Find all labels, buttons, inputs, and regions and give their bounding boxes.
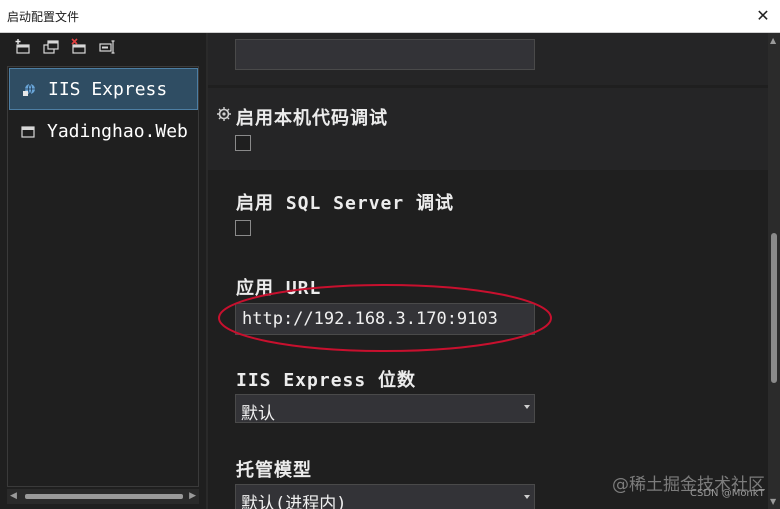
previous-setting-input[interactable] <box>236 40 534 69</box>
chevron-down-icon[interactable] <box>524 405 530 409</box>
profile-item-yadinghao-web[interactable]: Yadinghao.Web <box>9 111 198 153</box>
iis-bitness-label: IIS Express 位数 <box>236 370 417 391</box>
iis-express-icon <box>22 82 36 96</box>
profile-label: Yadinghao.Web <box>47 121 188 142</box>
scroll-up-icon[interactable]: ▲ <box>770 36 776 45</box>
sql-debug-label: 启用 SQL Server 调试 <box>236 193 455 214</box>
native-debug-checkbox[interactable] <box>235 135 251 151</box>
scroll-left-icon[interactable]: ◀ <box>10 491 17 501</box>
copy-profile-icon[interactable] <box>42 38 60 56</box>
sql-debug-checkbox[interactable] <box>235 220 251 236</box>
native-debug-label: 启用本机代码调试 <box>236 108 388 129</box>
settings-vertical-scrollbar[interactable]: ▲ ▼ <box>768 33 780 509</box>
chevron-down-icon[interactable] <box>524 495 530 499</box>
iis-bitness-value: 默认 <box>241 404 275 424</box>
profile-label: IIS Express <box>48 79 168 100</box>
previous-setting-field[interactable] <box>235 39 535 70</box>
hosting-model-label: 托管模型 <box>236 460 312 481</box>
hosting-model-value: 默认(进程内) <box>241 494 347 509</box>
watermark-sub: CSDN @MonkT <box>690 488 765 499</box>
profile-list: IIS Express Yadinghao.Web <box>7 66 199 487</box>
settings-pane: 启用本机代码调试 启用 SQL Server 调试 应用 URL IIS Exp… <box>208 33 768 509</box>
app-url-label: 应用 URL <box>236 278 322 299</box>
iis-bitness-select[interactable]: 默认 <box>235 394 535 424</box>
scrollbar-thumb[interactable] <box>25 494 183 499</box>
profiles-toolbar <box>0 33 206 63</box>
profiles-pane: IIS Express Yadinghao.Web ◀ ▶ <box>0 33 206 509</box>
gear-icon <box>216 106 232 122</box>
close-icon[interactable]: ✕ <box>752 5 774 27</box>
rename-profile-icon[interactable] <box>98 38 116 56</box>
scroll-right-icon[interactable]: ▶ <box>189 491 196 501</box>
app-url-input[interactable] <box>236 304 534 334</box>
title-bar: 启动配置文件 ✕ <box>0 0 780 33</box>
profile-item-iis-express[interactable]: IIS Express <box>9 68 198 110</box>
new-profile-icon[interactable] <box>14 38 32 56</box>
project-icon <box>21 124 35 138</box>
scroll-down-icon[interactable]: ▼ <box>770 497 776 506</box>
delete-profile-icon[interactable] <box>70 38 88 56</box>
hosting-model-select[interactable]: 默认(进程内) <box>235 484 535 509</box>
app-url-field[interactable] <box>235 303 535 335</box>
window-title: 启动配置文件 <box>7 10 80 24</box>
profile-list-horizontal-scrollbar[interactable]: ◀ ▶ <box>7 489 199 504</box>
scrollbar-thumb[interactable] <box>771 233 777 383</box>
